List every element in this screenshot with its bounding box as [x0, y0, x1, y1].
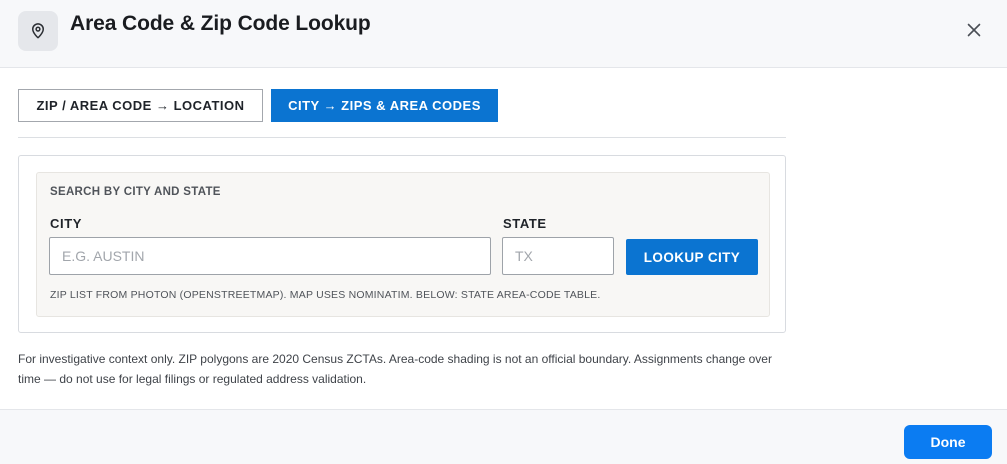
lookup-dialog: Area Code & Zip Code Lookup ZIP / AREA C… — [0, 0, 1007, 464]
disclaimer-text: For investigative context only. ZIP poly… — [18, 352, 772, 386]
state-input[interactable] — [502, 237, 614, 275]
source-note: ZIP LIST FROM PHOTON (OPENSTREETMAP). MA… — [50, 289, 601, 301]
tab-zip-to-location[interactable]: ZIP / AREA CODE → LOCATION — [18, 89, 263, 122]
map-pin-icon — [18, 11, 58, 51]
dialog-header: Area Code & Zip Code Lookup — [0, 0, 1007, 68]
done-button[interactable]: Done — [904, 425, 992, 459]
dialog-title: Area Code & Zip Code Lookup — [70, 12, 371, 35]
city-label: CITY — [50, 216, 83, 231]
dialog-body: ZIP / AREA CODE → LOCATION CITY → ZIPS &… — [0, 68, 1007, 410]
city-input[interactable] — [49, 237, 491, 275]
search-card: SEARCH BY CITY AND STATE CITY STATE LOOK… — [18, 155, 786, 333]
city-search-panel: SEARCH BY CITY AND STATE CITY STATE LOOK… — [36, 172, 770, 317]
close-button[interactable] — [962, 18, 986, 42]
dialog-footer: Done — [0, 409, 1007, 464]
close-icon — [967, 23, 981, 37]
section-title: SEARCH BY CITY AND STATE — [50, 186, 221, 198]
tab-city-to-zips[interactable]: CITY → ZIPS & AREA CODES — [271, 89, 498, 122]
lookup-city-button[interactable]: LOOKUP CITY — [626, 239, 758, 275]
state-label: STATE — [503, 216, 547, 231]
tab-divider — [18, 137, 786, 138]
